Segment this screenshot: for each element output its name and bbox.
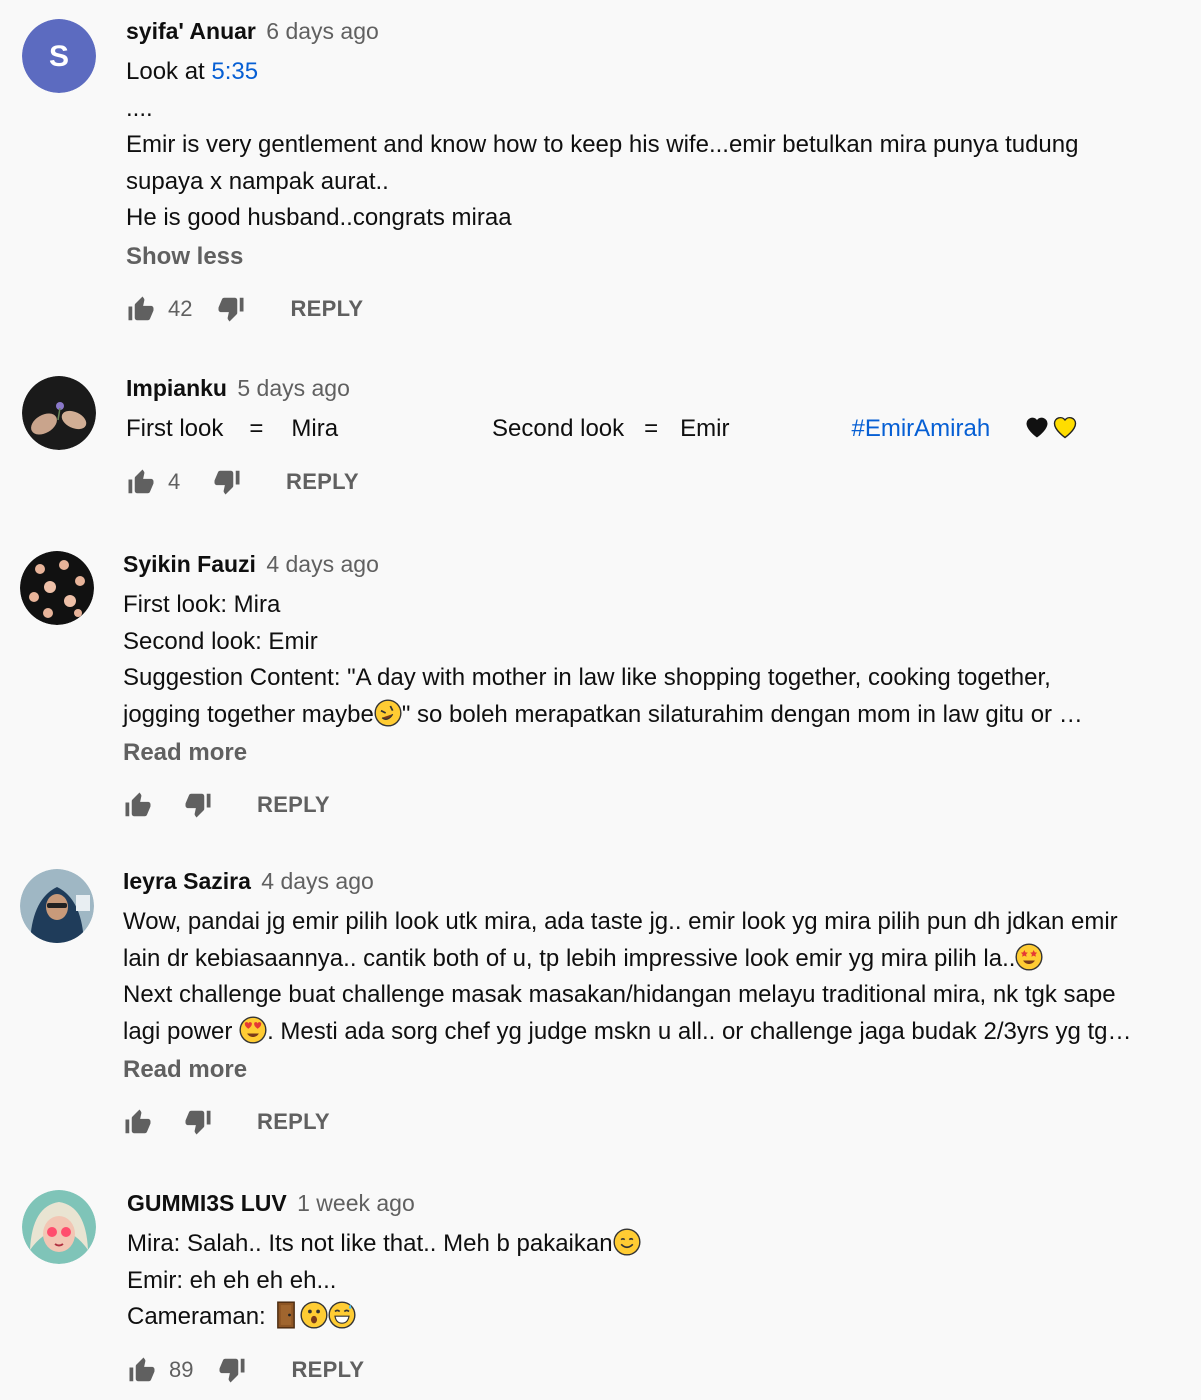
comment-author[interactable]: Ieyra Sazira (123, 868, 251, 894)
comment-timestamp[interactable]: 4 days ago (261, 868, 374, 894)
thumb-up-icon[interactable] (123, 790, 153, 820)
rofl-emoji-icon (374, 699, 402, 727)
avatar[interactable] (22, 1190, 96, 1264)
comment-timestamp[interactable]: 4 days ago (266, 551, 379, 577)
avatar[interactable]: S (22, 19, 96, 93)
thumb-down-icon[interactable] (217, 1355, 247, 1385)
read-more-button[interactable]: Read more (123, 735, 1193, 771)
reply-button[interactable]: REPLY (257, 1109, 330, 1135)
thumb-up-icon[interactable] (123, 1107, 153, 1137)
star-eyes-emoji-icon (1015, 943, 1043, 971)
svg-text:S: S (49, 40, 69, 73)
surprised-emoji-icon (300, 1301, 328, 1329)
comment-author[interactable]: Impianku (126, 375, 227, 401)
avatar[interactable] (22, 376, 96, 450)
avatar[interactable] (20, 551, 94, 625)
thumb-down-icon[interactable] (216, 294, 246, 324)
yellow-heart-icon (1051, 413, 1079, 441)
avatar[interactable] (20, 869, 94, 943)
comment-author[interactable]: syifa' Anuar (126, 18, 256, 44)
comment-author[interactable]: GUMMI3S LUV (127, 1190, 287, 1216)
read-more-button[interactable]: Read more (123, 1052, 1193, 1088)
show-less-button[interactable]: Show less (126, 239, 1193, 275)
comment-timestamp[interactable]: 5 days ago (237, 375, 350, 401)
thumb-down-icon[interactable] (212, 467, 242, 497)
comment-text: First look: Mira Second look: Emir Sugge… (123, 591, 1083, 728)
like-count: 42 (168, 295, 193, 321)
door-icon (272, 1301, 300, 1329)
reply-button[interactable]: REPLY (291, 1357, 364, 1383)
comment-author[interactable]: Syikin Fauzi (123, 551, 256, 577)
like-count: 89 (169, 1356, 194, 1382)
comment-text: First look = Mira Second look = Emir #EmirAmir… (126, 411, 1193, 448)
thumb-up-icon[interactable] (126, 467, 156, 497)
grinning-sweat-emoji-icon (328, 1301, 356, 1329)
comment-text: Look at 5:35 .... Emir is very gentlemen… (126, 58, 1079, 232)
thumb-up-icon[interactable] (126, 294, 156, 324)
thumb-down-icon[interactable] (183, 1107, 213, 1137)
comment-text: Wow, pandai jg emir pilih look utk mira,… (123, 908, 1132, 1045)
comment-timestamp[interactable]: 1 week ago (297, 1190, 415, 1216)
timestamp-link[interactable]: 5:35 (211, 58, 258, 85)
reply-button[interactable]: REPLY (286, 469, 359, 495)
reply-button[interactable]: REPLY (257, 792, 330, 818)
thumb-up-icon[interactable] (127, 1355, 157, 1385)
black-heart-icon (1023, 413, 1051, 441)
heart-eyes-emoji-icon (239, 1016, 267, 1044)
thumb-down-icon[interactable] (183, 790, 213, 820)
like-count: 4 (168, 468, 181, 494)
comment-timestamp[interactable]: 6 days ago (266, 18, 379, 44)
reply-button[interactable]: REPLY (290, 296, 363, 322)
hashtag-link[interactable]: #EmirAmirah (851, 415, 990, 442)
comment-text: Mira: Salah.. Its not like that.. Meh b … (127, 1226, 1193, 1336)
smiling-emoji-icon (613, 1228, 641, 1256)
